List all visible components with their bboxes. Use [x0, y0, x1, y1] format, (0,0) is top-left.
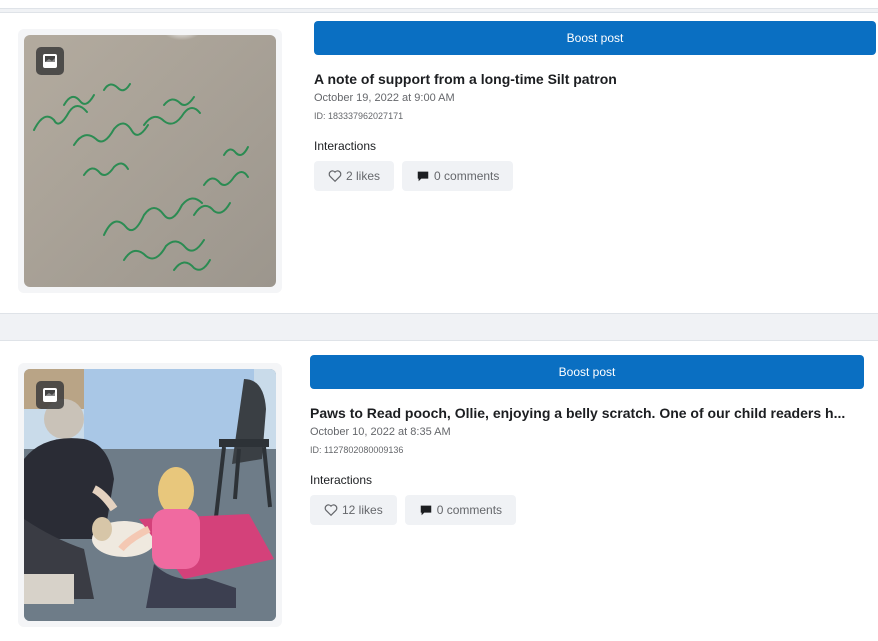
comments-count: 0 comments — [436, 503, 503, 517]
interactions-label: Interactions — [314, 139, 377, 153]
post-thumbnail[interactable] — [24, 35, 276, 287]
post-thumbnail-frame — [18, 29, 282, 293]
comment-icon — [419, 503, 433, 517]
comment-icon — [416, 169, 430, 183]
post-id: ID: 183337962027171 — [314, 111, 404, 121]
interaction-chips: 2 likes 0 comments — [314, 161, 876, 191]
comments-count: 0 comments — [434, 169, 500, 183]
likes-chip[interactable]: 12 likes — [310, 495, 397, 525]
boost-post-button[interactable]: Boost post — [314, 21, 876, 55]
post-date: October 10, 2022 at 8:35 AM — [310, 426, 451, 438]
post-id: ID: 1127802080009136 — [310, 445, 404, 455]
post-card: Boost post A note of support from a long… — [0, 12, 878, 314]
heart-icon — [324, 503, 338, 517]
post-title[interactable]: A note of support from a long-time Silt … — [314, 71, 876, 87]
previous-card-edge — [0, 0, 878, 9]
photo-album-icon — [36, 381, 64, 409]
interaction-chips: 12 likes 0 comments — [310, 495, 864, 525]
photo-album-icon — [36, 47, 64, 75]
likes-count: 2 likes — [346, 169, 381, 183]
post-date: October 19, 2022 at 9:00 AM — [314, 92, 455, 104]
likes-count: 12 likes — [342, 503, 383, 517]
post-thumbnail[interactable] — [24, 369, 276, 621]
heart-icon — [328, 169, 342, 183]
post-info: Boost post A note of support from a long… — [314, 21, 876, 191]
comments-chip[interactable]: 0 comments — [404, 495, 517, 525]
post-card: Boost post Paws to Read pooch, Ollie, en… — [0, 340, 878, 641]
likes-chip[interactable]: 2 likes — [314, 161, 395, 191]
interactions-label: Interactions — [310, 473, 373, 487]
post-title[interactable]: Paws to Read pooch, Ollie, enjoying a be… — [310, 405, 864, 421]
post-thumbnail-frame — [18, 363, 282, 627]
post-info: Boost post Paws to Read pooch, Ollie, en… — [310, 355, 864, 525]
boost-post-button[interactable]: Boost post — [310, 355, 864, 389]
comments-chip[interactable]: 0 comments — [402, 161, 514, 191]
